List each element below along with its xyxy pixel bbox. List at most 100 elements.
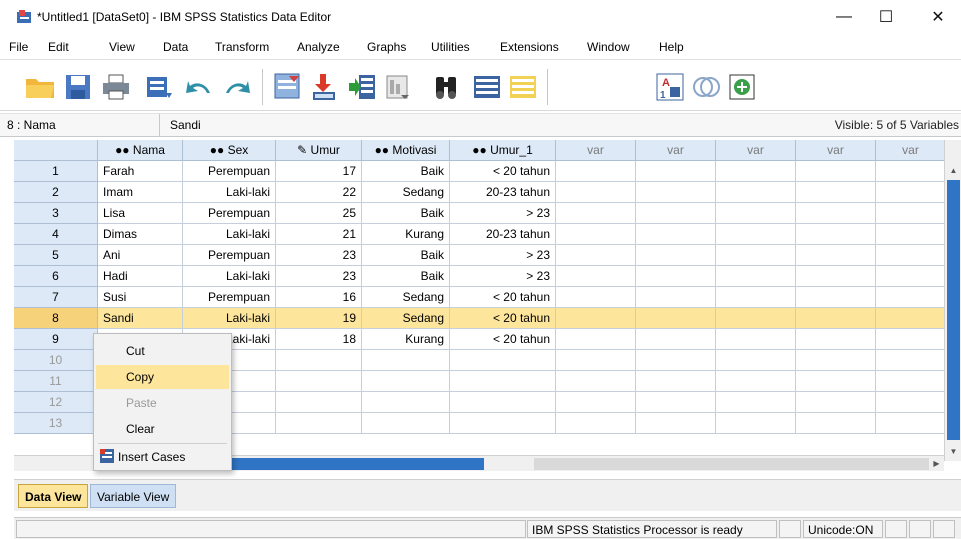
menu-analyze[interactable]: Analyze bbox=[297, 40, 340, 54]
col-header-sex[interactable]: ●● Sex bbox=[183, 140, 276, 161]
close-button[interactable]: ✕ bbox=[915, 0, 961, 34]
cell-umur[interactable]: 18 bbox=[276, 329, 362, 350]
cell-motivasi[interactable]: Baik bbox=[362, 266, 450, 287]
cell-empty-var[interactable] bbox=[796, 203, 876, 224]
tab-data-view[interactable]: Data View bbox=[18, 484, 89, 508]
cell-umur[interactable]: 23 bbox=[276, 266, 362, 287]
cell-empty-var[interactable] bbox=[636, 392, 716, 413]
menu-file[interactable]: File bbox=[9, 40, 28, 54]
find-icon[interactable] bbox=[428, 71, 464, 103]
cell-umur[interactable]: 19 bbox=[276, 308, 362, 329]
cell-umur-1[interactable]: > 23 bbox=[450, 266, 556, 287]
row-number[interactable]: 12 bbox=[14, 392, 98, 413]
run-descriptives-icon[interactable] bbox=[380, 71, 416, 103]
cell-nama[interactable]: Lisa bbox=[98, 203, 183, 224]
dialog-recall-icon[interactable] bbox=[141, 71, 177, 103]
cell-empty-var[interactable] bbox=[876, 308, 946, 329]
cell-empty-var[interactable] bbox=[556, 329, 636, 350]
cell-umur-1[interactable]: > 23 bbox=[450, 203, 556, 224]
cell-sex[interactable]: Laki-laki bbox=[183, 224, 276, 245]
print-icon[interactable] bbox=[98, 71, 134, 103]
cell-empty-var[interactable] bbox=[796, 266, 876, 287]
show-all-variables-icon[interactable] bbox=[724, 71, 760, 103]
cell-empty-var[interactable] bbox=[796, 161, 876, 182]
redo-icon[interactable] bbox=[219, 71, 255, 103]
row-number[interactable]: 5 bbox=[14, 245, 98, 266]
cell-empty-var[interactable] bbox=[716, 203, 796, 224]
scroll-right-icon[interactable]: ▶ bbox=[929, 456, 944, 472]
cell-empty-var[interactable] bbox=[716, 371, 796, 392]
cell-motivasi[interactable]: Sedang bbox=[362, 287, 450, 308]
cell-empty-var[interactable] bbox=[796, 182, 876, 203]
cell-umur[interactable]: 25 bbox=[276, 203, 362, 224]
context-insert-cases[interactable]: Insert Cases bbox=[96, 445, 229, 469]
cell-empty-var[interactable] bbox=[796, 287, 876, 308]
cell-nama[interactable]: Imam bbox=[98, 182, 183, 203]
vertical-scrollbar[interactable]: ▲ ▼ bbox=[944, 140, 961, 461]
cell-sex[interactable]: Perempuan bbox=[183, 245, 276, 266]
cell-empty-var[interactable] bbox=[876, 287, 946, 308]
col-header-var[interactable]: var bbox=[556, 140, 636, 161]
menu-help[interactable]: Help bbox=[659, 40, 684, 54]
horizontal-scroll-thumb-right[interactable] bbox=[534, 458, 929, 470]
open-folder-icon[interactable] bbox=[22, 71, 58, 103]
col-header-var[interactable]: var bbox=[876, 140, 946, 161]
cell-value-field[interactable]: Sandi bbox=[170, 118, 201, 132]
insert-cases-icon[interactable] bbox=[469, 71, 505, 103]
menu-window[interactable]: Window bbox=[587, 40, 630, 54]
scroll-up-icon[interactable]: ▲ bbox=[945, 164, 961, 178]
cell-motivasi[interactable] bbox=[362, 413, 450, 434]
cell-empty-var[interactable] bbox=[796, 308, 876, 329]
row-number[interactable]: 1 bbox=[14, 161, 98, 182]
cell-empty-var[interactable] bbox=[716, 224, 796, 245]
cell-nama[interactable]: Sandi bbox=[98, 308, 183, 329]
cell-empty-var[interactable] bbox=[636, 182, 716, 203]
cell-empty-var[interactable] bbox=[556, 413, 636, 434]
cell-umur-1[interactable]: 20-23 tahun bbox=[450, 182, 556, 203]
row-number[interactable]: 10 bbox=[14, 350, 98, 371]
cell-empty-var[interactable] bbox=[796, 371, 876, 392]
cell-umur[interactable]: 21 bbox=[276, 224, 362, 245]
row-number[interactable]: 9 bbox=[14, 329, 98, 350]
maximize-button[interactable]: ☐ bbox=[863, 0, 909, 34]
cell-nama[interactable]: Farah bbox=[98, 161, 183, 182]
row-number[interactable]: 2 bbox=[14, 182, 98, 203]
cell-empty-var[interactable] bbox=[636, 350, 716, 371]
cell-empty-var[interactable] bbox=[796, 245, 876, 266]
row-number[interactable]: 3 bbox=[14, 203, 98, 224]
cell-empty-var[interactable] bbox=[556, 308, 636, 329]
cell-empty-var[interactable] bbox=[556, 371, 636, 392]
cell-empty-var[interactable] bbox=[876, 182, 946, 203]
cell-sex[interactable]: Laki-laki bbox=[183, 308, 276, 329]
cell-empty-var[interactable] bbox=[556, 266, 636, 287]
cell-umur[interactable]: 16 bbox=[276, 287, 362, 308]
cell-motivasi[interactable] bbox=[362, 371, 450, 392]
cell-sex[interactable]: Perempuan bbox=[183, 161, 276, 182]
cell-empty-var[interactable] bbox=[876, 245, 946, 266]
grid-corner[interactable] bbox=[14, 140, 98, 161]
cell-motivasi[interactable]: Kurang bbox=[362, 224, 450, 245]
cell-umur-1[interactable]: < 20 tahun bbox=[450, 161, 556, 182]
cell-motivasi[interactable] bbox=[362, 392, 450, 413]
cell-motivasi[interactable] bbox=[362, 350, 450, 371]
col-header-umur-1[interactable]: ●● Umur_1 bbox=[450, 140, 556, 161]
row-number[interactable]: 13 bbox=[14, 413, 98, 434]
cell-empty-var[interactable] bbox=[636, 287, 716, 308]
cell-motivasi[interactable]: Baik bbox=[362, 161, 450, 182]
cell-motivasi[interactable]: Kurang bbox=[362, 329, 450, 350]
scroll-down-icon[interactable]: ▼ bbox=[945, 445, 961, 459]
cell-empty-var[interactable] bbox=[796, 413, 876, 434]
context-paste[interactable]: Paste bbox=[96, 391, 229, 415]
cell-empty-var[interactable] bbox=[636, 161, 716, 182]
cell-empty-var[interactable] bbox=[716, 245, 796, 266]
save-icon[interactable] bbox=[60, 71, 96, 103]
cell-sex[interactable]: Perempuan bbox=[183, 203, 276, 224]
cell-empty-var[interactable] bbox=[876, 392, 946, 413]
cell-empty-var[interactable] bbox=[876, 350, 946, 371]
cell-empty-var[interactable] bbox=[876, 203, 946, 224]
cell-umur[interactable] bbox=[276, 392, 362, 413]
row-number[interactable]: 8 bbox=[14, 308, 98, 329]
col-header-var[interactable]: var bbox=[716, 140, 796, 161]
cell-empty-var[interactable] bbox=[556, 182, 636, 203]
cell-empty-var[interactable] bbox=[876, 161, 946, 182]
